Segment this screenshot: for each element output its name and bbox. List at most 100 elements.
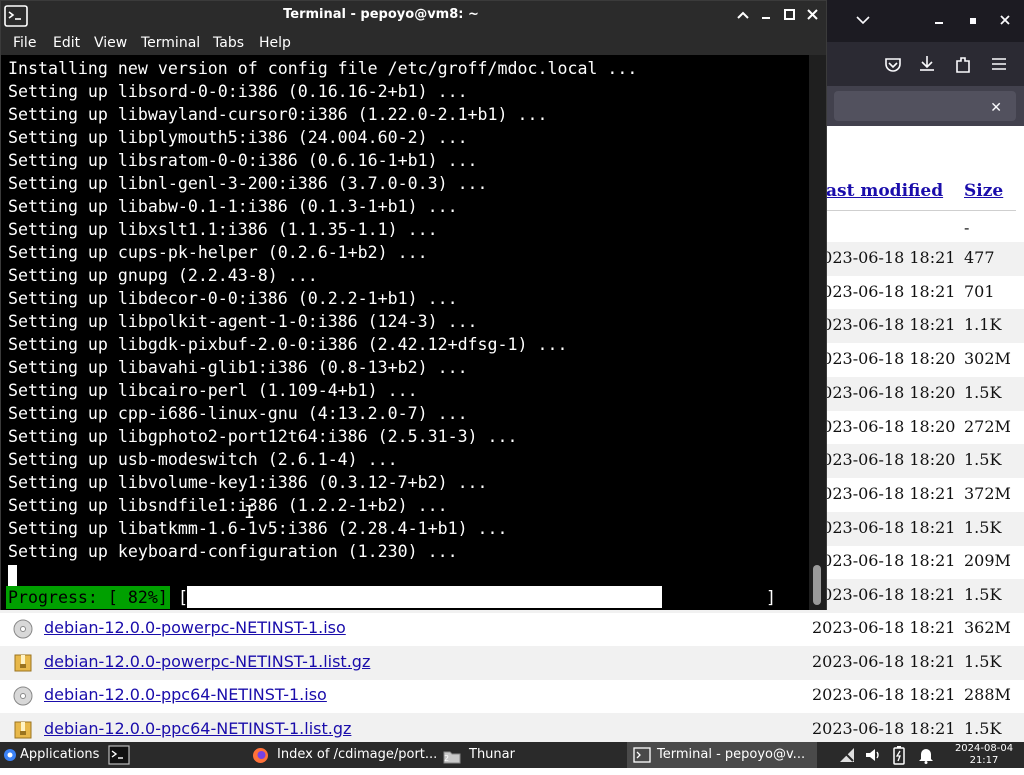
maximize-button[interactable]: [960, 8, 986, 34]
task-thunar-label: Thunar: [469, 747, 515, 762]
row-date: 2023-06-18 18:21: [812, 315, 956, 335]
terminal-line: Setting up libavahi-glib1:i386 (0.8-13+b…: [8, 358, 468, 377]
table-row: debian-12.0.0-ppc64-NETINST-1.iso 2023-06…: [0, 679, 1024, 713]
menu-edit[interactable]: Edit: [53, 35, 80, 51]
row-date: 2023-06-18 18:21: [812, 248, 956, 267]
row-date: 2023-06-18 18:21: [812, 551, 956, 571]
disc-icon: [12, 619, 34, 639]
applications-icon: [2, 747, 18, 773]
file-link[interactable]: debian-12.0.0-ppc64-NETINST-1.iso: [44, 685, 327, 704]
header-divider: [826, 210, 1016, 211]
minimize-button[interactable]: [755, 5, 777, 27]
header-last-modified[interactable]: ast modified: [826, 181, 943, 201]
menu-terminal[interactable]: Terminal: [141, 35, 200, 51]
terminal-launcher-icon: [108, 745, 130, 775]
close-button[interactable]: [992, 8, 1018, 34]
battery-icon[interactable]: [892, 745, 906, 769]
downloads-icon[interactable]: [914, 51, 940, 77]
row-date: 2023-06-18 18:20: [812, 382, 956, 402]
row-date: 2023-06-18 18:20: [812, 450, 956, 470]
menubar: File Edit View Terminal Tabs Help: [1, 32, 826, 55]
task-terminal[interactable]: Terminal - pepoyo@v...: [627, 742, 817, 768]
table-row: debian-12.0.0-powerpc-NETINST-1.list.gz 2…: [0, 645, 1024, 680]
clock[interactable]: 2024-08-04 21:17: [946, 743, 1022, 767]
row-date: 2023-06-18 18:21: [812, 718, 956, 738]
terminal-line: Setting up libabw-0.1-1:i386 (0.1.3-1+b1…: [8, 197, 458, 216]
network-icon[interactable]: [838, 746, 856, 768]
terminal-line: Setting up libatkmm-1.6-1v5:i386 (2.28.4…: [8, 519, 508, 538]
file-link[interactable]: debian-12.0.0-powerpc-NETINST-1.iso: [44, 618, 346, 637]
row-size: 1.5K: [964, 517, 1002, 537]
menu-tabs[interactable]: Tabs: [213, 35, 244, 51]
terminal-line: Setting up libplymouth5:i386 (24.004.60-…: [8, 128, 468, 147]
progress-label: Progress: [ 82%]: [6, 586, 170, 609]
scrollbar-thumb[interactable]: [813, 565, 821, 605]
progress-bracket-close: ]: [766, 588, 776, 607]
shade-button[interactable]: [732, 5, 754, 27]
row-date: 2023-06-18 18:21: [812, 618, 956, 637]
row-size: 209M: [964, 551, 1011, 571]
close-button[interactable]: [801, 5, 823, 27]
row-size: 1.5K: [964, 718, 1002, 738]
firefox-icon: [252, 747, 269, 774]
progress-bar: [187, 586, 662, 608]
header-size[interactable]: Size: [964, 181, 1003, 201]
maximize-button[interactable]: [778, 5, 800, 27]
terminal-line: Setting up libcairo-perl (1.109-4+b1) ..…: [8, 381, 418, 400]
chevron-down-icon[interactable]: [850, 8, 876, 34]
terminal-line: Setting up libwayland-cursor0:i386 (1.22…: [8, 105, 548, 124]
menu-view[interactable]: View: [94, 35, 127, 51]
text-cursor: [8, 565, 17, 586]
parent-size: -: [964, 218, 970, 237]
terminal-titlebar[interactable]: Terminal - pepoyo@vm8: ~: [1, 1, 826, 32]
row-date: 2023-06-18 18:21: [812, 651, 956, 671]
applications-menu[interactable]: Applications: [0, 742, 104, 768]
terminal-line: Setting up libvolume-key1:i386 (0.3.12-7…: [8, 473, 488, 492]
terminal-launcher[interactable]: [105, 742, 133, 768]
terminal-line: Installing new version of config file /e…: [8, 59, 638, 78]
extensions-icon[interactable]: [950, 51, 976, 77]
ibeam-cursor-icon: I: [244, 502, 255, 523]
terminal-line: Setting up libdecor-0-0:i386 (0.2.2-1+b1…: [8, 289, 458, 308]
file-link[interactable]: debian-12.0.0-powerpc-NETINST-1.list.gz: [44, 652, 370, 671]
menu-file[interactable]: File: [13, 35, 36, 51]
row-date: 2023-06-18 18:21: [812, 517, 956, 537]
archive-icon: [12, 720, 34, 740]
table-row: debian-12.0.0-powerpc-NETINST-1.iso 2023-…: [0, 612, 1024, 646]
row-date: 2023-06-18 18:20: [812, 416, 956, 436]
row-size: 362M: [964, 618, 1011, 637]
row-date: 2023-06-18 18:21: [812, 281, 956, 301]
row-size: 288M: [964, 685, 1011, 704]
pocket-icon[interactable]: [880, 51, 906, 77]
close-icon[interactable]: ✕: [990, 100, 1002, 116]
terminal-line: Setting up cups-pk-helper (0.2.6-1+b2) .…: [8, 243, 428, 262]
firefox-toolbar: [826, 42, 1024, 86]
task-count-badge: 2: [444, 754, 450, 763]
terminal-line: Setting up keyboard-configuration (1.230…: [8, 542, 458, 561]
window-title: Terminal - pepoyo@vm8: ~: [283, 7, 479, 22]
row-date: 2023-06-18 18:21: [812, 483, 956, 503]
task-thunar[interactable]: 2 Thunar: [437, 742, 627, 768]
file-link[interactable]: debian-12.0.0-ppc64-NETINST-1.list.gz: [44, 719, 351, 738]
row-date: 2023-06-18 18:21: [812, 585, 956, 604]
row-size: 1.5K: [964, 382, 1002, 402]
archive-icon: [12, 653, 34, 673]
menu-help[interactable]: Help: [259, 35, 291, 51]
notification-bell-icon[interactable]: [918, 746, 934, 768]
terminal-output[interactable]: Installing new version of config file /e…: [1, 55, 809, 610]
row-date: 2023-06-18 18:20: [812, 349, 956, 369]
task-firefox[interactable]: Index of /cdimage/port...: [247, 742, 437, 768]
taskbar: Applications Index of /cdimage/port... 2…: [0, 742, 1024, 768]
volume-icon[interactable]: [864, 746, 882, 768]
row-size: 477: [964, 248, 995, 267]
menu-icon[interactable]: [986, 51, 1012, 77]
terminal-line: Setting up gnupg (2.2.43-8) ...: [8, 266, 318, 285]
applications-label: Applications: [20, 747, 100, 762]
terminal-line: Setting up libgphoto2-port12t64:i386 (2.…: [8, 427, 518, 446]
firefox-titlebar: [826, 0, 1024, 42]
scrollbar[interactable]: [809, 55, 826, 610]
clock-date: 2024-08-04: [954, 743, 1014, 754]
minimize-button[interactable]: [926, 8, 952, 34]
terminal-line: Setting up usb-modeswitch (2.6.1-4) ...: [8, 450, 398, 469]
terminal-line: Setting up cpp-i686-linux-gnu (4:13.2.0-…: [8, 404, 468, 423]
